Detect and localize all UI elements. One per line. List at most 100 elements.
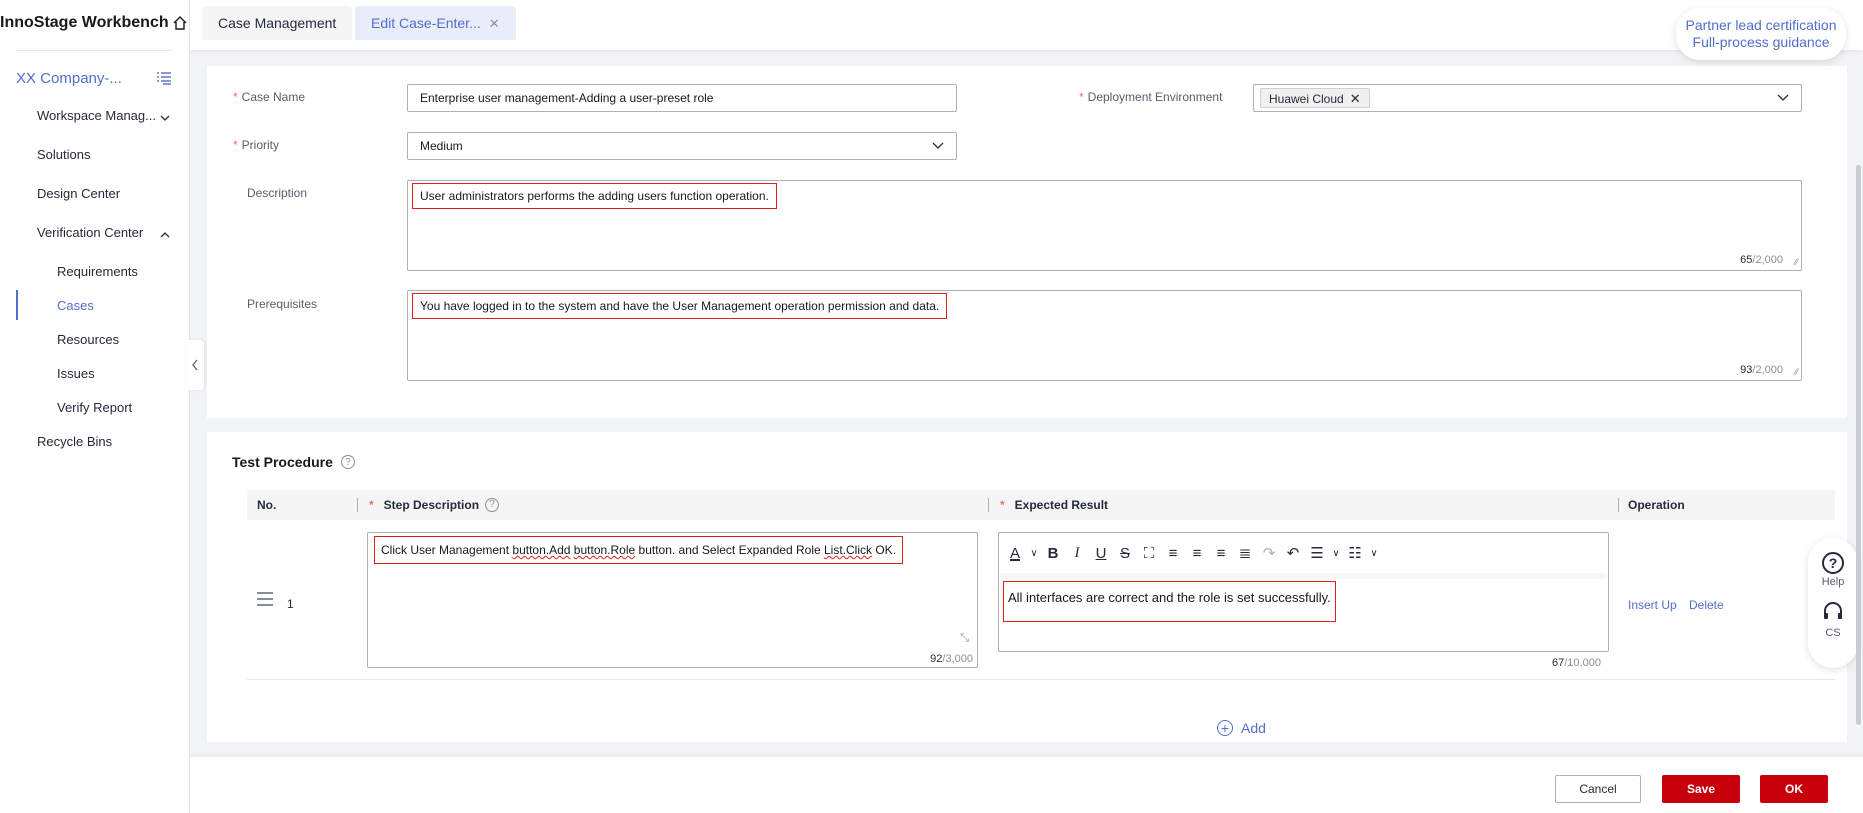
deployment-label-text: Deployment Environment: [1087, 90, 1223, 104]
numbered-list-icon[interactable]: ☷: [1345, 544, 1365, 562]
sidebar-item-workspace[interactable]: Workspace Manag...: [37, 108, 170, 123]
prerequisites-text: You have logged in to the system and hav…: [412, 293, 948, 319]
save-button[interactable]: Save: [1662, 775, 1740, 803]
company-selector[interactable]: XX Company-...: [16, 70, 122, 87]
help-label: Help: [1821, 576, 1845, 588]
align-left-icon[interactable]: ≡: [1163, 545, 1183, 562]
underline-icon[interactable]: U: [1091, 545, 1111, 562]
prerequisites-textarea[interactable]: You have logged in to the system and hav…: [407, 290, 1802, 381]
header-separator: [1618, 498, 1619, 512]
drag-handle-icon[interactable]: [257, 592, 273, 610]
redo-icon[interactable]: ↷: [1259, 544, 1279, 562]
partner-guidance-link[interactable]: Partner lead certification Full-process …: [1676, 8, 1846, 60]
description-textarea[interactable]: User administrators performs the adding …: [407, 180, 1802, 271]
sidebar-item-resources[interactable]: Resources: [57, 332, 119, 347]
deployment-select[interactable]: Huawei Cloud ✕: [1253, 84, 1802, 112]
step-text-part: button.Add: [512, 543, 571, 557]
char-max: /10,000: [1564, 657, 1601, 669]
align-center-icon[interactable]: ≡: [1187, 545, 1207, 562]
chevron-down-icon[interactable]: ∨: [1029, 548, 1039, 559]
chevron-down-icon: [160, 115, 170, 121]
strikethrough-icon[interactable]: S: [1115, 545, 1135, 562]
delete-link[interactable]: Delete: [1689, 598, 1724, 612]
header-separator: [357, 498, 358, 512]
help-button[interactable]: ? Help: [1808, 552, 1858, 588]
close-icon[interactable]: ✕: [489, 16, 500, 31]
step-counter: 92/3,000: [930, 653, 973, 665]
sidebar-collapse-button[interactable]: [186, 340, 204, 390]
font-color-icon[interactable]: A: [1005, 545, 1025, 562]
bullet-list-icon[interactable]: ☰: [1307, 544, 1327, 562]
priority-select[interactable]: Medium: [407, 132, 957, 160]
chevron-left-icon: [192, 359, 198, 371]
step-text-part: button. and Select Expanded Role: [635, 543, 824, 557]
floating-help-panel: ? Help CS: [1808, 538, 1858, 668]
tab-label: Case Management: [218, 15, 337, 31]
align-justify-icon[interactable]: ≣: [1235, 544, 1255, 562]
priority-value: Medium: [420, 139, 463, 153]
step-description-input[interactable]: Click User Management button.Add button.…: [367, 532, 978, 668]
active-indicator: [16, 290, 18, 320]
expand-icon[interactable]: ⤡: [960, 632, 969, 645]
cs-label: CS: [1825, 627, 1841, 639]
partner-line-1: Partner lead certification: [1685, 17, 1837, 33]
sidebar-item-issues[interactable]: Issues: [57, 366, 95, 381]
header-step: * Step Description?: [369, 490, 500, 520]
question-icon[interactable]: ?: [340, 455, 355, 469]
case-name-input[interactable]: Enterprise user management-Adding a user…: [407, 84, 957, 112]
list-menu-icon[interactable]: [156, 70, 172, 86]
sidebar-item-label: Workspace Manag...: [37, 108, 156, 123]
priority-label: * Priority: [233, 138, 279, 152]
resize-handle-icon[interactable]: ⁄⁄: [1795, 367, 1798, 377]
home-icon[interactable]: [172, 15, 188, 31]
bold-icon[interactable]: B: [1043, 545, 1063, 562]
sidebar-item-recycle-bins[interactable]: Recycle Bins: [37, 434, 112, 449]
italic-icon[interactable]: I: [1067, 545, 1087, 562]
chevron-down-icon[interactable]: ∨: [1369, 548, 1379, 559]
chevron-down-icon[interactable]: ∨: [1331, 548, 1341, 559]
row-divider: [247, 679, 1835, 680]
tab-bar: Case Management Edit Case-Enter... ✕: [190, 0, 1863, 50]
app-title: InnoStage Workbench: [0, 14, 169, 31]
required-mark: *: [233, 138, 238, 152]
sidebar-item-cases[interactable]: Cases: [57, 298, 94, 313]
close-icon[interactable]: ✕: [1350, 91, 1361, 106]
question-icon[interactable]: ?: [485, 498, 500, 512]
sidebar-item-label: Verification Center: [37, 225, 144, 240]
customer-service-button[interactable]: CS: [1808, 588, 1858, 639]
required-mark: *: [233, 90, 238, 104]
step-text-part: button.Role: [573, 543, 636, 557]
header-operation: Operation: [1628, 498, 1685, 512]
footer-bar: Cancel Save OK: [190, 757, 1863, 813]
undo-icon[interactable]: ↶: [1283, 544, 1303, 562]
case-name-label: * Case Name: [233, 90, 305, 104]
sidebar-item-verification-center[interactable]: Verification Center: [37, 225, 170, 240]
sidebar-item-design-center[interactable]: Design Center: [37, 186, 120, 201]
required-mark: *: [1000, 498, 1005, 512]
align-right-icon[interactable]: ≡: [1211, 545, 1231, 562]
expected-result-editor[interactable]: A ∨ B I U S ⛶ ≡ ≡ ≡ ≣ ↷ ↶ ☰ ∨ ☷ ∨ All inter…: [998, 532, 1609, 652]
required-mark: *: [369, 498, 374, 512]
header-expected: * Expected Result: [1000, 490, 1108, 520]
procedure-table-header: No. * Step Description? * Expected Result …: [247, 490, 1835, 520]
case-info-panel: * Case Name Enterprise user management-Ad…: [207, 66, 1847, 418]
add-step-button[interactable]: + Add: [1217, 720, 1266, 736]
insert-up-link[interactable]: Insert Up: [1628, 598, 1677, 612]
header-expected-text: Expected Result: [1014, 498, 1109, 512]
tab-edit-case[interactable]: Edit Case-Enter... ✕: [355, 6, 516, 40]
expected-counter: 67/10,000: [1552, 657, 1601, 669]
tab-case-management[interactable]: Case Management: [202, 6, 353, 40]
page-scrollbar[interactable]: [1856, 165, 1861, 725]
fullscreen-icon[interactable]: ⛶: [1139, 545, 1159, 562]
sidebar-divider: [16, 50, 172, 51]
add-label: Add: [1241, 720, 1266, 736]
description-text: User administrators performs the adding …: [412, 183, 777, 209]
cancel-button[interactable]: Cancel: [1555, 775, 1641, 803]
sidebar-item-verify-report[interactable]: Verify Report: [57, 400, 132, 415]
sidebar-item-requirements[interactable]: Requirements: [57, 264, 138, 279]
sidebar-item-solutions[interactable]: Solutions: [37, 147, 90, 162]
chevron-up-icon: [160, 232, 170, 238]
char-count: 92: [930, 653, 943, 665]
ok-button[interactable]: OK: [1760, 775, 1828, 803]
resize-handle-icon[interactable]: ⁄⁄: [1795, 257, 1798, 267]
